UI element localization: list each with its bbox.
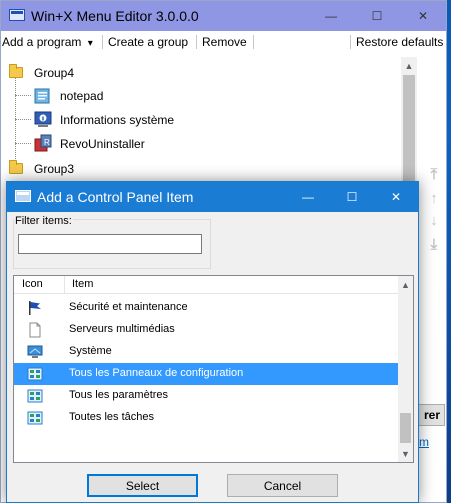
folder-icon — [9, 160, 23, 174]
list-item-label: Tous les Panneaux de configuration — [69, 367, 244, 379]
revo-uninstaller-icon: R — [33, 133, 53, 153]
tree-item-row[interactable]: R RevoUninstaller — [1, 133, 201, 153]
dialog-minimize-button[interactable]: — — [286, 182, 330, 212]
tree-item-label: Informations système — [60, 113, 175, 127]
partial-button[interactable]: rer — [417, 404, 445, 426]
move-bottom-icon[interactable]: ⤓ — [427, 236, 441, 254]
column-header-item[interactable]: Item — [72, 278, 93, 290]
scrollbar-thumb[interactable] — [400, 413, 411, 443]
add-program-menu[interactable]: Add a program ▾ — [2, 35, 93, 49]
filter-label: Filter items: — [14, 215, 73, 227]
monitor-icon — [27, 344, 43, 360]
maximize-button[interactable]: ☐ — [354, 1, 400, 31]
add-program-label: Add a program — [2, 35, 82, 49]
list-item-label: Sécurité et maintenance — [69, 301, 188, 313]
tree-item-label: RevoUninstaller — [60, 137, 145, 151]
scroll-up-icon[interactable]: ▲ — [401, 57, 417, 74]
notepad-icon — [33, 85, 53, 105]
list-item-label: Toutes les tâches — [69, 411, 154, 423]
system-info-icon — [33, 109, 53, 129]
tree-item-row[interactable]: Informations système — [1, 109, 201, 129]
move-top-icon[interactable]: ⤒ — [427, 166, 441, 184]
tree-item-row[interactable]: notepad — [1, 85, 201, 105]
main-titlebar[interactable]: Win+X Menu Editor 3.0.0.0 — ☐ ✕ — [1, 1, 446, 31]
tree-group-row[interactable]: Group3 — [1, 158, 201, 178]
menu-separator — [253, 35, 254, 49]
menu-separator — [350, 35, 351, 49]
move-up-icon[interactable]: ↑ — [427, 190, 441, 208]
column-separator[interactable] — [64, 276, 65, 294]
control-panel-icon — [27, 410, 43, 426]
column-header-icon[interactable]: Icon — [22, 278, 43, 290]
svg-text:R: R — [44, 138, 50, 147]
list-item[interactable]: Serveurs multimédias — [14, 319, 398, 341]
create-group-menu[interactable]: Create a group — [108, 35, 188, 49]
filter-input[interactable] — [18, 234, 202, 254]
minimize-button[interactable]: — — [308, 1, 354, 31]
add-control-panel-dialog: Add a Control Panel Item — ☐ ✕ Filter it… — [6, 181, 419, 503]
select-button[interactable]: Select — [87, 474, 198, 497]
cancel-button[interactable]: Cancel — [227, 474, 338, 497]
tree-group-row[interactable]: Group4 — [1, 62, 201, 82]
dialog-titlebar[interactable]: Add a Control Panel Item — ☐ ✕ — [7, 182, 418, 212]
folder-icon — [9, 64, 23, 78]
flag-icon — [27, 300, 43, 316]
list-item-label: Tous les paramètres — [69, 389, 169, 401]
list-item-label: Système — [69, 345, 112, 357]
list-item[interactable]: Tous les paramètres — [14, 385, 398, 407]
scroll-down-icon[interactable]: ▼ — [398, 445, 413, 462]
tree-item-label: notepad — [60, 89, 104, 103]
list-item[interactable]: Sécurité et maintenance — [14, 297, 398, 319]
dialog-window-icon — [15, 190, 31, 202]
control-panel-icon — [27, 388, 43, 404]
list-header: Icon Item — [14, 276, 398, 294]
app-window-icon — [9, 9, 25, 21]
list-item[interactable]: Système — [14, 341, 398, 363]
close-button[interactable]: ✕ — [400, 1, 446, 31]
main-window-title: Win+X Menu Editor 3.0.0.0 — [31, 8, 199, 24]
menu-separator — [102, 35, 103, 49]
menu-separator — [196, 35, 197, 49]
restore-defaults-menu[interactable]: Restore defaults — [356, 35, 443, 49]
list-scrollbar[interactable]: ▲ ▼ — [398, 276, 413, 462]
move-down-icon[interactable]: ↓ — [427, 212, 441, 230]
chevron-down-icon: ▾ — [87, 38, 93, 49]
list-item-selected[interactable]: Tous les Panneaux de configuration — [14, 363, 398, 385]
remove-menu[interactable]: Remove — [202, 35, 247, 49]
list-item[interactable]: Toutes les tâches — [14, 407, 398, 429]
scrollbar-thumb[interactable] — [403, 75, 415, 187]
partial-link[interactable]: m — [419, 435, 429, 449]
scroll-up-icon[interactable]: ▲ — [398, 276, 413, 293]
dialog-maximize-button[interactable]: ☐ — [330, 182, 374, 212]
tree-group-label: Group3 — [34, 162, 75, 176]
menu-tree: Group4 notepad Informations système R Re… — [1, 57, 417, 189]
list-item-label: Serveurs multimédias — [69, 323, 175, 335]
control-panel-icon — [27, 366, 43, 382]
dialog-title: Add a Control Panel Item — [37, 189, 194, 205]
menubar: Add a program ▾ Create a group Remove Re… — [1, 31, 446, 53]
tree-group-label: Group4 — [34, 66, 75, 80]
document-icon — [27, 322, 43, 338]
dialog-close-button[interactable]: ✕ — [374, 182, 418, 212]
control-panel-list: Icon Item Sécurité et maintenance Serveu… — [13, 275, 414, 463]
